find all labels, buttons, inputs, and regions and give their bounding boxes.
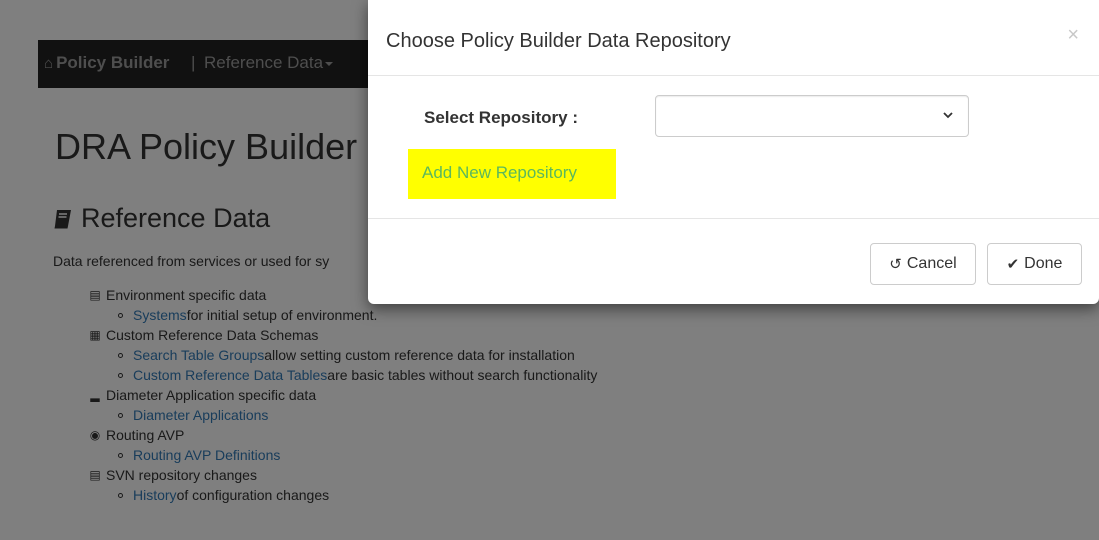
cancel-button[interactable]: ↺ Cancel (870, 243, 976, 285)
repository-select[interactable] (655, 95, 969, 137)
cancel-button-label: Cancel (906, 255, 957, 272)
dialog-body: Select Repository : Add New Repository (368, 76, 1099, 218)
done-button-label: Done (1024, 255, 1063, 272)
close-icon[interactable]: × (1067, 24, 1079, 47)
add-new-repository-highlight: Add New Repository (408, 149, 616, 199)
add-new-repository-link[interactable]: Add New Repository (422, 163, 577, 183)
undo-icon: ↺ (889, 256, 902, 273)
checkmark-icon: ✔ (1006, 256, 1020, 273)
dialog-title: Choose Policy Builder Data Repository (386, 30, 731, 52)
dialog-footer: ↺ Cancel ✔ Done (368, 218, 1099, 304)
dialog-header: Choose Policy Builder Data Repository × (368, 0, 1099, 76)
select-repository-label: Select Repository : (424, 108, 578, 127)
done-button[interactable]: ✔ Done (987, 243, 1082, 285)
choose-repository-dialog: Choose Policy Builder Data Repository × … (368, 0, 1099, 304)
chevron-down-icon (943, 112, 953, 119)
